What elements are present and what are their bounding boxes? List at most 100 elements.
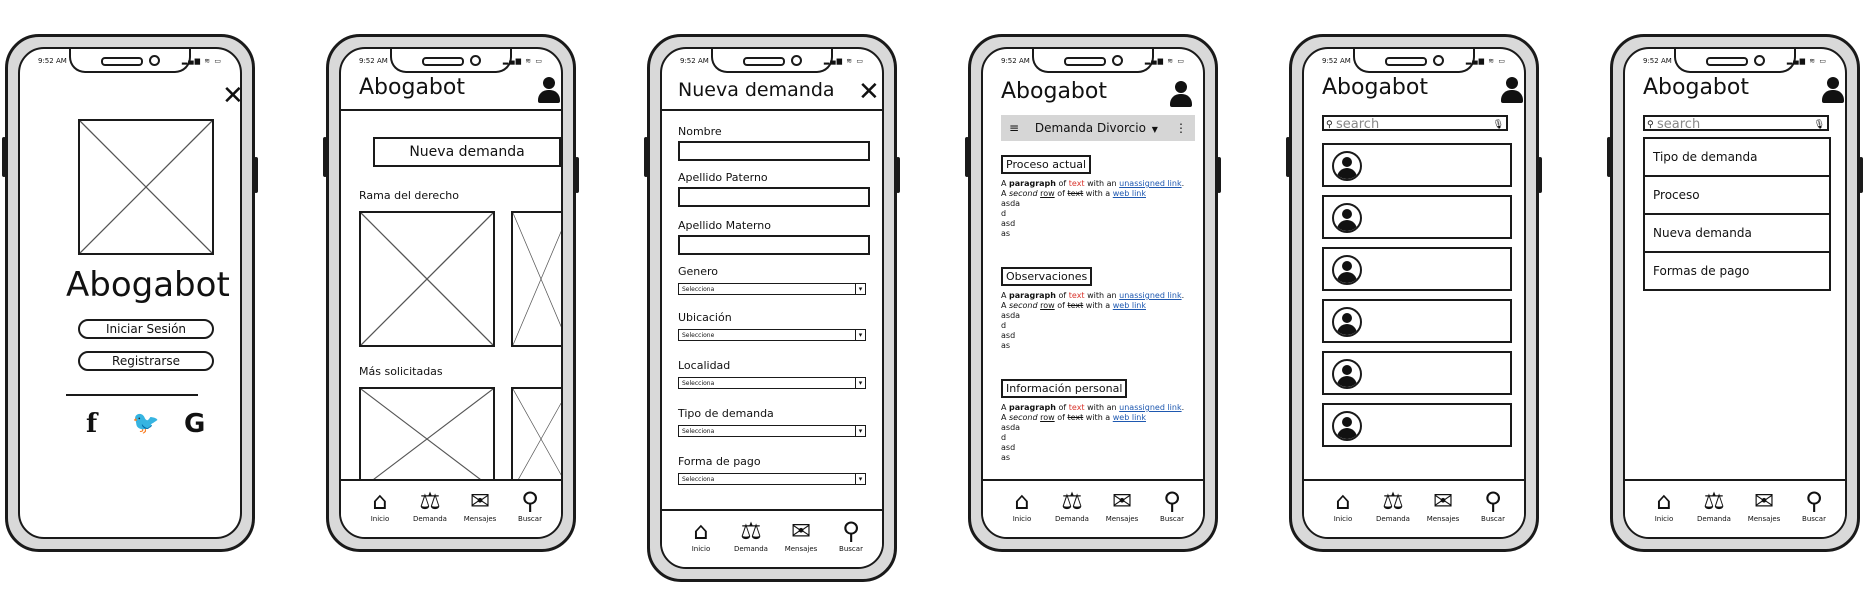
nav-buscar[interactable]: ⚲ Buscar: [1789, 487, 1839, 523]
localidad-select[interactable]: Selecciona ▾: [678, 377, 866, 389]
field-label-pago: Forma de pago: [678, 455, 761, 468]
phone-home: 9:52 AM ▂▄▆ ≋ ▭ Abogabot Nueva demanda R…: [323, 34, 579, 552]
phone-search-menu: 9:52 AM ▂▄▆ ≋ ▭ Abogabot ⚲ search 🎙 Tipo d…: [1607, 34, 1863, 552]
nav-demanda[interactable]: ⚖ Demanda: [726, 517, 776, 553]
nombre-field[interactable]: [678, 141, 870, 161]
mic-icon[interactable]: 🎙: [1814, 117, 1825, 133]
phone-case-detail: 9:52 AM ▂▄▆ ≋ ▭ Abogabot ≡ Demanda Divor…: [965, 34, 1221, 552]
home-icon: ⌂: [1656, 487, 1672, 515]
field-label-paterno: Apellido Paterno: [678, 171, 768, 184]
nav-demanda[interactable]: ⚖ Demanda: [1689, 487, 1739, 523]
apellido-materno-field[interactable]: [678, 235, 870, 255]
inline-link[interactable]: unassigned link: [1119, 403, 1181, 412]
popular-card[interactable]: [359, 387, 495, 491]
category-card[interactable]: [511, 211, 561, 347]
nav-mensajes[interactable]: ✉ Mensajes: [1418, 487, 1468, 523]
scale-icon: ⚖: [1703, 487, 1725, 515]
chevron-down-icon: ▼: [1151, 125, 1158, 134]
user-avatar-icon[interactable]: [537, 77, 561, 103]
menu-item-proceso[interactable]: Proceso: [1645, 177, 1829, 215]
case-toolbar: ≡ Demanda Divorcio ▼ ⋮: [1001, 115, 1195, 141]
logo-placeholder: [78, 119, 214, 255]
nav-inicio[interactable]: ⌂ Inicio: [997, 487, 1047, 523]
nav-inicio[interactable]: ⌂ Inicio: [1639, 487, 1689, 523]
scale-icon: ⚖: [1061, 487, 1083, 515]
status-time: 9:52 AM: [38, 57, 67, 65]
nav-buscar[interactable]: ⚲ Buscar: [1468, 487, 1518, 523]
inline-link[interactable]: web link: [1113, 189, 1146, 198]
mic-icon[interactable]: 🎙: [1493, 117, 1504, 133]
ubicacion-select[interactable]: Seleccione ▾: [678, 329, 866, 341]
scale-icon: ⚖: [1382, 487, 1404, 515]
results-screen: 9:52 AM ▂▄▆ ≋ ▭ Abogabot ⚲ search 🎙 ⌂ Inici…: [1302, 47, 1526, 539]
nav-demanda[interactable]: ⚖ Demanda: [1047, 487, 1097, 523]
bottom-nav: ⌂ Inicio ⚖ Demanda ✉ Mensajes ⚲ Buscar: [983, 479, 1203, 537]
menu-item-formas-pago[interactable]: Formas de pago: [1645, 253, 1829, 289]
nav-inicio[interactable]: ⌂ Inicio: [676, 517, 726, 553]
forma-pago-select[interactable]: Selecciona ▾: [678, 473, 866, 485]
list-item[interactable]: [1322, 403, 1512, 447]
section-label: Más solicitadas: [359, 365, 443, 378]
nav-inicio[interactable]: ⌂ Inicio: [355, 487, 405, 523]
nav-demanda[interactable]: ⚖ Demanda: [405, 487, 455, 523]
nav-buscar[interactable]: ⚲ Buscar: [1147, 487, 1197, 523]
nav-mensajes[interactable]: ✉ Mensajes: [1097, 487, 1147, 523]
hamburger-icon[interactable]: ≡: [1009, 121, 1019, 135]
status-time: 9:52 AM: [680, 57, 709, 65]
close-icon[interactable]: ✕: [858, 79, 880, 105]
status-icons: ▂▄▆ ≋ ▭: [1144, 57, 1185, 65]
nav-buscar[interactable]: ⚲ Buscar: [505, 487, 555, 523]
case-screen: 9:52 AM ▂▄▆ ≋ ▭ Abogabot ≡ Demanda Divor…: [981, 47, 1205, 539]
list-item[interactable]: [1322, 195, 1512, 239]
chevron-down-icon: ▾: [855, 377, 865, 389]
menu-item-tipo-demanda[interactable]: Tipo de demanda: [1645, 139, 1829, 177]
menu-item-nueva-demanda[interactable]: Nueva demanda: [1645, 215, 1829, 253]
search-input[interactable]: ⚲ search 🎙: [1643, 115, 1829, 133]
case-dropdown[interactable]: Demanda Divorcio: [1035, 121, 1146, 135]
form-title: Nueva demanda: [678, 79, 835, 101]
search-icon: ⚲: [1326, 120, 1333, 130]
nav-demanda[interactable]: ⚖ Demanda: [1368, 487, 1418, 523]
status-time: 9:52 AM: [1001, 57, 1030, 65]
facebook-icon[interactable]: f: [86, 409, 97, 439]
user-avatar-icon[interactable]: [1500, 77, 1524, 103]
inline-link[interactable]: web link: [1113, 301, 1146, 310]
login-button[interactable]: Iniciar Sesión: [78, 319, 214, 339]
more-vertical-icon[interactable]: ⋮: [1175, 115, 1187, 141]
nav-mensajes[interactable]: ✉ Mensajes: [455, 487, 505, 523]
new-demand-button[interactable]: Nueva demanda: [373, 137, 561, 167]
search-input[interactable]: ⚲ search 🎙: [1322, 115, 1508, 133]
chevron-down-icon: ▾: [855, 425, 865, 437]
list-item[interactable]: [1322, 247, 1512, 291]
apellido-paterno-field[interactable]: [678, 187, 870, 207]
field-label-nombre: Nombre: [678, 125, 722, 138]
list-item[interactable]: [1322, 299, 1512, 343]
user-avatar-icon[interactable]: [1169, 81, 1193, 107]
user-icon: [1332, 203, 1362, 233]
header-divider: [341, 109, 561, 111]
home-icon: ⌂: [1014, 487, 1030, 515]
home-icon: ⌂: [693, 517, 709, 545]
google-icon[interactable]: G: [184, 409, 205, 439]
list-item[interactable]: [1322, 351, 1512, 395]
nav-buscar[interactable]: ⚲ Buscar: [826, 517, 876, 553]
nav-inicio[interactable]: ⌂ Inicio: [1318, 487, 1368, 523]
section-body: A paragraph of text with an unassigned l…: [1001, 403, 1185, 462]
popular-card[interactable]: [511, 387, 561, 491]
close-icon[interactable]: ✕: [222, 83, 240, 109]
inline-link[interactable]: unassigned link: [1119, 291, 1181, 300]
genero-select[interactable]: Selecciona ▾: [678, 283, 866, 295]
register-button[interactable]: Registrarse: [78, 351, 214, 371]
field-label-ubicacion: Ubicación: [678, 311, 732, 324]
list-item[interactable]: [1322, 143, 1512, 187]
nav-mensajes[interactable]: ✉ Mensajes: [1739, 487, 1789, 523]
user-avatar-icon[interactable]: [1821, 77, 1845, 103]
category-card[interactable]: [359, 211, 495, 347]
inline-link[interactable]: web link: [1113, 413, 1146, 422]
inline-link[interactable]: unassigned link: [1119, 179, 1181, 188]
status-icons: ▂▄▆ ≋ ▭: [1465, 57, 1506, 65]
twitter-icon[interactable]: 🐦: [132, 411, 159, 436]
nav-mensajes[interactable]: ✉ Mensajes: [776, 517, 826, 553]
status-icons: ▂▄▆ ≋ ▭: [823, 57, 864, 65]
tipo-demanda-select[interactable]: Selecciona ▾: [678, 425, 866, 437]
